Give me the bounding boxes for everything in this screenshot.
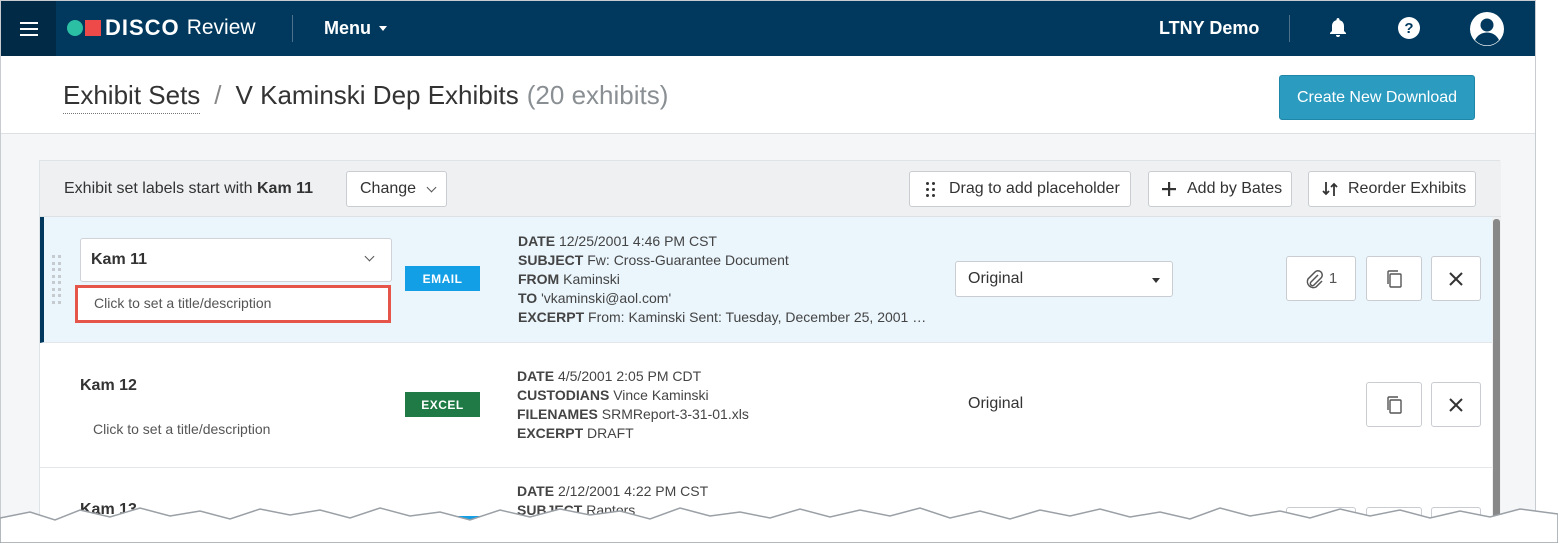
logo-brand: DISCO <box>105 15 180 40</box>
reorder-label: Reorder Exhibits <box>1348 180 1467 197</box>
copy-icon <box>1387 269 1402 288</box>
nav-divider <box>1289 15 1290 42</box>
chevron-down-icon <box>364 251 375 262</box>
scrollbar-thumb[interactable] <box>1493 219 1500 539</box>
description-placeholder: Click to set a title/description <box>94 295 272 311</box>
exhibit-row[interactable]: Kam 12 Click to set a title/description … <box>40 343 1492 468</box>
doc-type-badge: EXCEL <box>405 392 480 417</box>
meta-key: DATE <box>518 233 556 249</box>
meta-value: 2/12/2001 4:22 PM CST <box>557 483 709 499</box>
meta-key: SUBJECT <box>518 252 584 268</box>
version-value: Original <box>968 270 1024 287</box>
copy-button[interactable] <box>1366 382 1422 427</box>
app-logo[interactable]: DISCO Review <box>67 14 256 42</box>
reorder-exhibits-button[interactable]: Reorder Exhibits <box>1308 171 1476 207</box>
exhibit-metadata: DATE 12/25/2001 4:46 PM CST SUBJECT Fw: … <box>518 232 933 327</box>
change-button-label: Change <box>360 180 417 197</box>
close-icon <box>1449 271 1463 286</box>
attachment-count: 1 <box>1328 270 1338 287</box>
meta-key: EXCERPT <box>518 309 585 325</box>
meta-value: SRMReport-3-31-01.xls <box>601 406 749 422</box>
caret-down-icon <box>379 26 387 31</box>
exhibit-label: Kam 11 <box>91 251 148 268</box>
breadcrumb: Exhibit Sets / V Kaminski Dep Exhibits (… <box>63 80 668 114</box>
scrollbar[interactable] <box>1492 217 1501 542</box>
sort-arrows-icon <box>1322 182 1338 196</box>
meta-value: 4/5/2001 2:05 PM CDT <box>557 368 702 384</box>
meta-value: 12/25/2001 4:46 PM CST <box>558 233 717 249</box>
meta-key: CUSTODIANS <box>517 387 610 403</box>
add-by-bates-button[interactable]: Add by Bates <box>1148 171 1292 207</box>
chevron-down-icon <box>426 182 437 192</box>
page-header: Exhibit Sets / V Kaminski Dep Exhibits (… <box>1 56 1535 134</box>
meta-key: FILENAMES <box>517 406 598 422</box>
logo-dot <box>67 20 83 36</box>
exhibit-toolbar: Exhibit set labels start with Kam 11 Cha… <box>40 161 1501 217</box>
remove-exhibit-button[interactable] <box>1431 256 1481 301</box>
app-window: DISCO Review Menu LTNY Demo ? Exhibit Se… <box>0 0 1536 543</box>
label-prefix-text: Exhibit set labels start with Kam 11 <box>64 180 313 198</box>
add-bates-label: Add by Bates <box>1187 180 1283 197</box>
drag-handle-icon[interactable] <box>52 255 62 305</box>
meta-key: DATE <box>517 483 555 499</box>
label-prefix: Exhibit set labels start with <box>64 180 253 197</box>
breadcrumb-exhibit-sets[interactable]: Exhibit Sets <box>63 80 201 114</box>
help-icon[interactable]: ? <box>1398 17 1420 39</box>
meta-key: DATE <box>517 368 555 384</box>
page-title: V Kaminski Dep Exhibits <box>235 80 519 110</box>
top-nav: DISCO Review Menu LTNY Demo ? <box>1 1 1535 56</box>
copy-icon <box>1387 395 1402 414</box>
nav-divider <box>292 15 293 42</box>
label-prefix-value: Kam 11 <box>256 180 314 197</box>
meta-key: TO <box>518 290 538 306</box>
exhibit-metadata: DATE 4/5/2001 2:05 PM CDT CUSTODIANS Vin… <box>517 367 932 443</box>
meta-value: From: Kaminski Sent: Tuesday, December 2… <box>588 309 933 325</box>
menu-icon[interactable] <box>1 1 56 56</box>
version-select[interactable]: Original <box>955 261 1173 297</box>
meta-value: 'vkaminski@aol.com' <box>541 290 672 306</box>
org-name[interactable]: LTNY Demo <box>1159 18 1259 39</box>
create-new-download-button[interactable]: Create New Download <box>1279 75 1475 120</box>
meta-key: EXCERPT <box>517 425 584 441</box>
main-menu-button[interactable]: Menu <box>324 18 387 39</box>
change-prefix-button[interactable]: Change <box>346 171 447 207</box>
exhibit-panel: Exhibit set labels start with Kam 11 Cha… <box>39 160 1501 542</box>
logo-product: Review <box>186 16 256 39</box>
doc-type-badge: EMAIL <box>405 266 480 291</box>
drag-dots-icon <box>926 181 935 197</box>
exhibit-row[interactable]: Kam 11 Click to set a title/description … <box>40 217 1492 343</box>
menu-label: Menu <box>324 18 371 38</box>
meta-value: Kaminski <box>563 271 620 287</box>
placeholder-button-label: Drag to add placeholder <box>949 180 1120 197</box>
plus-icon <box>1162 182 1176 196</box>
close-icon <box>1449 397 1463 412</box>
paperclip-icon <box>1306 269 1323 288</box>
exhibit-count: (20 exhibits) <box>526 80 669 110</box>
version-value: Original <box>968 395 1024 412</box>
exhibit-label: Kam 12 <box>80 377 137 394</box>
description-placeholder[interactable]: Click to set a title/description <box>93 421 270 437</box>
torn-edge <box>0 507 1558 543</box>
remove-exhibit-button[interactable] <box>1431 382 1481 427</box>
meta-value: Fw: Cross-Guarantee Document <box>587 252 789 268</box>
logo-square <box>85 20 101 36</box>
meta-value: DRAFT <box>587 425 634 441</box>
bell-icon[interactable] <box>1326 16 1350 40</box>
breadcrumb-separator: / <box>214 80 222 110</box>
meta-value: Vince Kaminski <box>613 387 709 403</box>
attachments-button[interactable]: 1 <box>1286 256 1356 301</box>
user-avatar-icon[interactable] <box>1469 11 1505 47</box>
caret-down-icon <box>1152 278 1160 283</box>
copy-button[interactable] <box>1366 256 1422 301</box>
drag-placeholder-button[interactable]: Drag to add placeholder <box>909 171 1131 207</box>
meta-key: FROM <box>518 271 560 287</box>
